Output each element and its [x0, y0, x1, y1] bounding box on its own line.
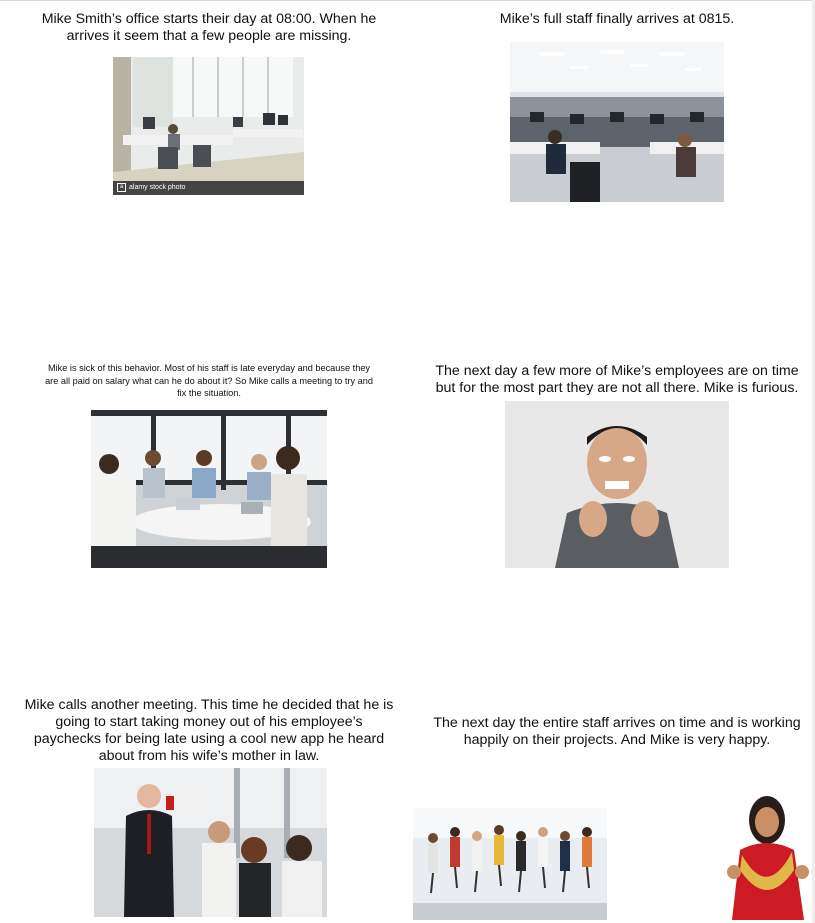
caption-staff-arrives: Mike’s full staff finally arrives at 081… — [418, 11, 815, 28]
caption-line: The next day a few more of Mike’s employ… — [435, 363, 799, 379]
caption-line: Mike’s full staff finally arrives at 081… — [499, 11, 735, 27]
caption-line: fix the situation. — [177, 388, 241, 398]
caption-line: but for the most part they are not all t… — [435, 380, 799, 396]
caption-meeting: Mike is sick of this behavior. Most of h… — [20, 362, 398, 400]
happy-woman-saree-photo — [722, 780, 812, 920]
caption-office-start: Mike Smith’s office starts their day at … — [10, 11, 408, 45]
caption-line: about from his wife’s mother in law. — [98, 748, 320, 764]
watermark-logo-icon: a — [117, 183, 126, 192]
caption-line: Mike calls another meeting. This time he… — [24, 697, 394, 713]
caption-line: arrives it seem that a few people are mi… — [66, 28, 352, 44]
caption-second-meeting: Mike calls another meeting. This time he… — [10, 697, 408, 765]
caption-line: are all paid on salary what can he do ab… — [45, 375, 373, 386]
caption-line: Mike Smith’s office starts their day at … — [41, 11, 377, 27]
caption-line: The next day the entire staff arrives on… — [433, 715, 801, 731]
caption-line: Mike is sick of this behavior. Most of h… — [47, 363, 371, 373]
caption-line: going to start taking money out of his e… — [55, 714, 363, 730]
stock-watermark: a alamy stock photo — [117, 182, 185, 193]
top-divider — [0, 0, 815, 1]
caption-furious: The next day a few more of Mike’s employ… — [418, 363, 815, 397]
jumping-staff-photo — [413, 808, 607, 920]
team-meeting-photo — [91, 410, 327, 568]
megaphone-boss-photo — [94, 768, 327, 917]
empty-office-photo: a alamy stock photo — [113, 57, 304, 195]
caption-line: happily on their projects. And Mike is v… — [463, 732, 771, 748]
watermark-text: alamy stock photo — [129, 184, 186, 191]
caption-happy-ending: The next day the entire staff arrives on… — [418, 715, 815, 749]
caption-line: paychecks for being late using a cool ne… — [33, 731, 385, 747]
angry-man-photo — [505, 401, 729, 568]
full-office-photo — [510, 42, 724, 202]
